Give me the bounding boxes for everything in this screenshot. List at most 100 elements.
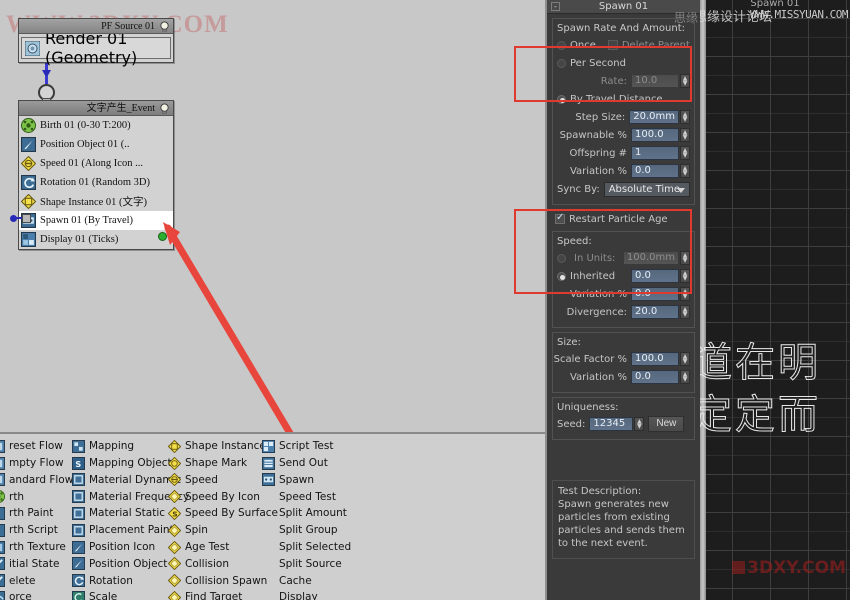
- inherited-spinner-arrows[interactable]: ▲ ▼: [680, 269, 690, 283]
- once-radio[interactable]: [557, 40, 566, 50]
- in-units-value[interactable]: 100.0mm: [622, 251, 679, 265]
- inherited-row[interactable]: Inherited 0.0 ▲ ▼: [557, 268, 690, 284]
- depot-item[interactable]: orce: [0, 589, 83, 600]
- viewport-scrollbar[interactable]: [700, 0, 706, 600]
- in-units-row[interactable]: In Units: 100.0mm ▲ ▼: [557, 250, 690, 266]
- rate-value[interactable]: 10.0: [631, 74, 679, 88]
- divergence-spinner[interactable]: 20.0 ▲ ▼: [631, 305, 690, 319]
- spawn-variation-value[interactable]: 0.0: [631, 164, 679, 178]
- once-row[interactable]: Once Delete Parent: [557, 37, 690, 53]
- depot-item[interactable]: Cache: [262, 572, 351, 589]
- delete-parent-checkbox[interactable]: [607, 40, 618, 50]
- depot-item[interactable]: elete: [0, 572, 83, 589]
- divergence-value[interactable]: 20.0: [631, 305, 679, 319]
- restart-particle-age-row[interactable]: Restart Particle Age: [555, 211, 692, 227]
- offspring-spinner-arrows[interactable]: ▲ ▼: [680, 146, 690, 160]
- speed-variation-spinner[interactable]: 0.0 ▲ ▼: [631, 287, 690, 301]
- lightbulb-icon[interactable]: [159, 21, 170, 32]
- new-seed-button[interactable]: New: [648, 416, 685, 432]
- particle-view-canvas[interactable]: WWW.3DXY.COM PF Source 01 Render 01 (Geo: [0, 0, 545, 432]
- viewport[interactable]: Spawn 01 道在明 定定而 思缘设计论坛 WWW.MISSYUAN.COM…: [700, 0, 850, 600]
- spawnable-value[interactable]: 100.0: [631, 128, 679, 142]
- depot-item[interactable]: Split Selected: [262, 539, 351, 556]
- depot-item[interactable]: Split Source: [262, 556, 351, 573]
- event-operator-row[interactable]: Rotation 01 (Random 3D): [19, 173, 173, 192]
- depot-item[interactable]: mpty Flow: [0, 455, 83, 472]
- event-operator-row[interactable]: Position Object 01 (..: [19, 135, 173, 154]
- inherited-radio[interactable]: [557, 271, 566, 281]
- divergence-row[interactable]: Divergence: 20.0 ▲ ▼: [557, 304, 690, 320]
- inherited-value[interactable]: 0.0: [631, 269, 679, 283]
- event-operator-row[interactable]: Spawn 01 (By Travel): [19, 211, 173, 230]
- step-size-row[interactable]: Step Size: 20.0mm ▲ ▼: [557, 109, 690, 125]
- event-operator-row[interactable]: Shape Instance 01 (文字): [19, 192, 173, 211]
- event-operator-row[interactable]: Speed 01 (Along Icon ...: [19, 154, 173, 173]
- spawnable-spinner[interactable]: 100.0 ▲ ▼: [631, 128, 690, 142]
- per-second-radio[interactable]: [557, 58, 566, 68]
- scale-factor-value[interactable]: 100.0: [631, 352, 679, 366]
- rate-row[interactable]: Rate: 10.0 ▲ ▼: [557, 73, 690, 89]
- size-variation-spinner[interactable]: 0.0 ▲ ▼: [631, 370, 690, 384]
- depot-item[interactable]: Srth Script: [0, 522, 83, 539]
- lightbulb-icon[interactable]: [159, 103, 170, 114]
- depot-item[interactable]: itial State: [0, 556, 83, 573]
- depot-item[interactable]: Speed Test: [262, 488, 351, 505]
- spawnable-row[interactable]: Spawnable % 100.0 ▲ ▼: [557, 127, 690, 143]
- size-variation-row[interactable]: Variation % 0.0 ▲ ▼: [557, 369, 690, 385]
- depot-item[interactable]: reset Flow: [0, 438, 83, 455]
- pf-source-render-row[interactable]: Render 01 (Geometry): [21, 29, 171, 67]
- sync-by-row[interactable]: Sync By: Absolute Time: [557, 181, 690, 197]
- seed-value[interactable]: 12345: [589, 417, 634, 431]
- depot-item[interactable]: rth Texture: [0, 539, 83, 556]
- by-travel-radio[interactable]: [557, 94, 566, 104]
- depot-item[interactable]: rth: [0, 488, 83, 505]
- depot-item[interactable]: Split Group: [262, 522, 351, 539]
- spawn-variation-row[interactable]: Variation % 0.0 ▲ ▼: [557, 163, 690, 179]
- scale-factor-spinner[interactable]: 100.0 ▲ ▼: [631, 352, 690, 366]
- depot-item[interactable]: Split Amount: [262, 505, 351, 522]
- seed-spinner[interactable]: 12345 ▲ ▼: [589, 417, 645, 431]
- rate-spinner-arrows[interactable]: ▲ ▼: [680, 74, 690, 88]
- depot-item[interactable]: andard Flow: [0, 472, 83, 489]
- display-enabled-dot[interactable]: [158, 232, 167, 241]
- depot-item[interactable]: Send Out: [262, 455, 351, 472]
- depot-item[interactable]: Script Test: [262, 438, 351, 455]
- depot-item[interactable]: Display: [262, 589, 351, 600]
- particle-view-depot[interactable]: reset Flow mpty Flow andard Flow rth Brth Pa…: [0, 432, 545, 600]
- spawn-variation-spinner[interactable]: 0.0 ▲ ▼: [631, 164, 690, 178]
- size-variation-spinner-arrows[interactable]: ▲ ▼: [680, 370, 690, 384]
- offspring-spinner[interactable]: 1 ▲ ▼: [631, 146, 690, 160]
- inherited-spinner[interactable]: 0.0 ▲ ▼: [631, 269, 690, 283]
- step-size-spinner[interactable]: 20.0mm ▲ ▼: [629, 110, 690, 124]
- divergence-spinner-arrows[interactable]: ▲ ▼: [680, 305, 690, 319]
- spawn-variation-spinner-arrows[interactable]: ▲ ▼: [680, 164, 690, 178]
- restart-particle-age-checkbox[interactable]: [555, 212, 565, 224]
- offspring-row[interactable]: Offspring # 1 ▲ ▼: [557, 145, 690, 161]
- in-units-radio[interactable]: [557, 253, 566, 263]
- rate-spinner[interactable]: 10.0 ▲ ▼: [631, 74, 690, 88]
- spawnable-spinner-arrows[interactable]: ▲ ▼: [680, 128, 690, 142]
- seed-spinner-arrows[interactable]: ▲ ▼: [634, 417, 645, 431]
- in-units-spinner-arrows[interactable]: ▲ ▼: [680, 251, 690, 265]
- depot-item[interactable]: Brth Paint: [0, 505, 83, 522]
- in-units-spinner[interactable]: 100.0mm ▲ ▼: [622, 251, 690, 265]
- by-travel-row[interactable]: By Travel Distance: [557, 91, 690, 107]
- command-panel[interactable]: - Spawn 01 思缘 Spawn Rate And Amount: Onc…: [514, 0, 700, 600]
- speed-variation-row[interactable]: Variation % 0.0 ▲ ▼: [557, 286, 690, 302]
- scale-factor-row[interactable]: Scale Factor % 100.0 ▲ ▼: [554, 351, 690, 367]
- per-second-row[interactable]: Per Second: [557, 55, 690, 71]
- scale-factor-spinner-arrows[interactable]: ▲ ▼: [680, 352, 690, 366]
- pf-source-node[interactable]: PF Source 01 Render 01 (Geometry): [18, 18, 174, 67]
- sync-by-dropdown[interactable]: Absolute Time: [603, 181, 690, 197]
- depot-item[interactable]: Spawn: [262, 472, 351, 489]
- event-operator-row[interactable]: Display 01 (Ticks): [19, 230, 173, 249]
- offspring-value[interactable]: 1: [631, 146, 679, 160]
- step-size-spinner-arrows[interactable]: ▲ ▼: [680, 110, 690, 124]
- collapse-icon[interactable]: -: [551, 2, 560, 11]
- step-size-value[interactable]: 20.0mm: [629, 110, 679, 124]
- event-operator-row[interactable]: Birth 01 (0-30 T:200): [19, 116, 173, 135]
- speed-variation-spinner-arrows[interactable]: ▲ ▼: [680, 287, 690, 301]
- event-node[interactable]: 文字产生_Event Birth 01 (0-30 T:200) Position…: [18, 100, 174, 250]
- speed-variation-value[interactable]: 0.0: [631, 287, 679, 301]
- size-variation-value[interactable]: 0.0: [631, 370, 679, 384]
